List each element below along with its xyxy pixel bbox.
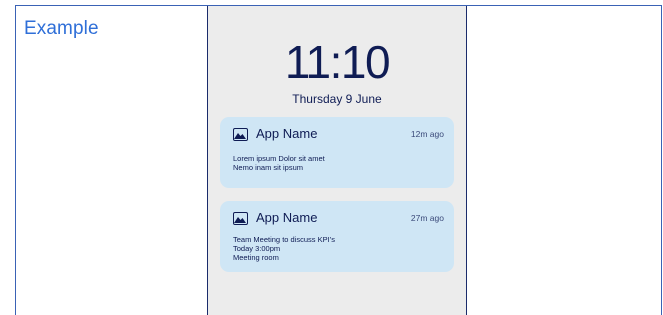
- notification-timestamp: 12m ago: [410, 129, 444, 139]
- lockscreen-date: Thursday 9 June: [292, 92, 382, 106]
- notification-line: Nemo inam sit ipsum: [233, 163, 304, 172]
- notification-line: Today 3:00pm: [233, 244, 281, 253]
- notification-body: Lorem ipsum Dolor sit amet Nemo inam sit…: [233, 154, 444, 172]
- notification-app-name: App Name: [256, 210, 318, 225]
- image-icon: [233, 212, 248, 225]
- image-icon: [233, 128, 248, 141]
- notification-line: Team Meeting to discuss KPI’s: [233, 235, 335, 244]
- lockscreen-time: 11:10: [284, 36, 391, 88]
- notification-header: App Name 27m ago: [233, 210, 444, 229]
- notification-app-name: App Name: [256, 126, 318, 141]
- notification-body: Team Meeting to discuss KPI’s Today 3:00…: [233, 235, 444, 262]
- notification-card[interactable]: App Name 12m ago Lorem ipsum Dolor sit a…: [220, 117, 454, 188]
- notification-line: Meeting room: [233, 253, 279, 262]
- notification-card[interactable]: App Name 27m ago Team Meeting to discuss…: [220, 201, 454, 272]
- left-divider: [15, 5, 16, 315]
- notification-timestamp: 27m ago: [410, 213, 444, 223]
- notification-line: Lorem ipsum Dolor sit amet: [233, 154, 325, 163]
- phone-lockscreen: 11:10 Thursday 9 June App Name 12m ago L…: [207, 6, 467, 315]
- notification-header: App Name 12m ago: [233, 126, 444, 145]
- right-divider: [661, 5, 662, 315]
- page-title: Example: [24, 18, 99, 39]
- example-frame: Example 11:10 Thursday 9 June App Name 1…: [0, 0, 663, 315]
